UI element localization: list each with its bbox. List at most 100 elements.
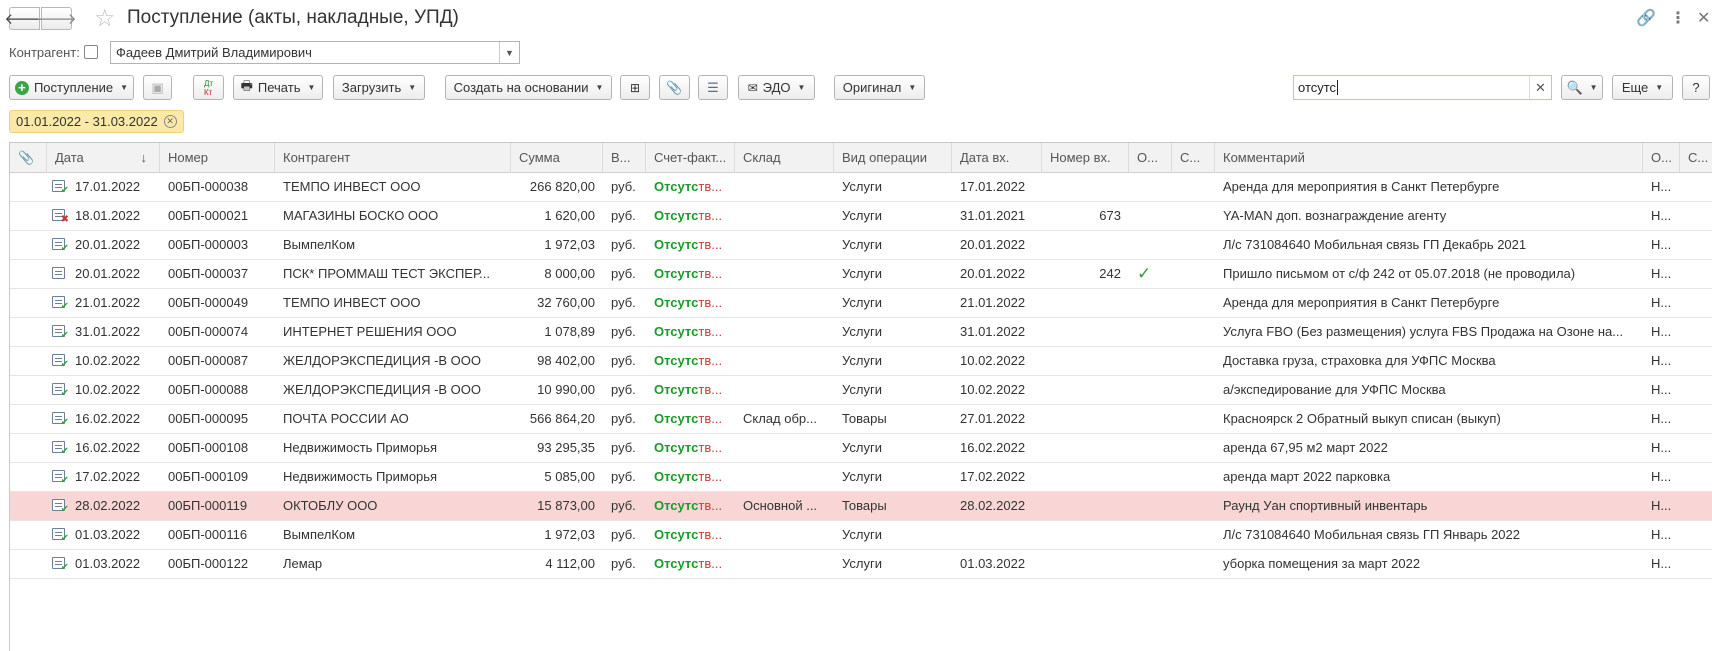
invoice-status-suffix: тв... bbox=[698, 324, 723, 339]
cell-cur: руб. bbox=[611, 353, 636, 368]
cell-cur: руб. bbox=[611, 498, 636, 513]
postuplenie-button[interactable]: + Поступление ▼ bbox=[9, 75, 134, 100]
cell-date-in: 21.01.2022 bbox=[960, 295, 1026, 310]
remove-filter-icon[interactable]: ✕ bbox=[163, 115, 177, 128]
dropdown-arrow-icon[interactable]: ▼ bbox=[499, 42, 519, 63]
cell-invoice-status: Отсутств... bbox=[646, 376, 735, 404]
edo-button[interactable]: ✉ ЭДО ▼ bbox=[738, 75, 815, 100]
load-label: Загрузить bbox=[341, 80, 402, 95]
dt-kt-button[interactable]: Дт Кт bbox=[193, 75, 224, 100]
create-based-button[interactable]: Создать на основании ▼ bbox=[445, 75, 612, 100]
table-row[interactable]: ✔ 31.01.2022 00БП-000074 ИНТЕРНЕТ РЕШЕНИЯ О… bbox=[10, 318, 1712, 347]
more-label: Еще bbox=[1621, 80, 1649, 95]
table-row[interactable]: ✖ 18.01.2022 00БП-000021 МАГАЗИНЫ БОСКО ООО… bbox=[10, 202, 1712, 231]
cell-date: 21.01.2022 bbox=[75, 295, 141, 310]
column-header-comment[interactable]: Комментарий bbox=[1215, 143, 1643, 173]
document-posted-icon: ✔ bbox=[52, 557, 69, 573]
table-row[interactable]: ✔ 21.01.2022 00БП-000049 ТЕМПО ИНВЕСТ ООО 32… bbox=[10, 289, 1712, 318]
table-row[interactable]: ✔ 01.03.2022 00БП-000116 ВымпелКом 1 972,03 р… bbox=[10, 521, 1712, 550]
cell-number: 00БП-000003 bbox=[168, 237, 249, 252]
print-button[interactable]: 🖶 Печать ▼ bbox=[233, 75, 323, 100]
load-button[interactable]: Загрузить ▼ bbox=[333, 75, 425, 100]
original-button[interactable]: Оригинал ▼ bbox=[834, 75, 925, 100]
table-row[interactable]: ✔ 10.02.2022 00БП-000088 ЖЕЛДОРЭКСПЕДИЦИЯ -… bbox=[10, 376, 1712, 405]
clear-search-icon[interactable]: ✕ bbox=[1529, 76, 1551, 99]
column-header-o2[interactable]: О... bbox=[1643, 143, 1680, 173]
structure-button[interactable]: ⊞ bbox=[620, 75, 650, 100]
column-header-invoice[interactable]: Счет-факт... bbox=[646, 143, 735, 173]
column-header-date-in[interactable]: Дата вх. bbox=[952, 143, 1042, 173]
cell-cur: руб. bbox=[611, 208, 636, 223]
document-posted-icon: ✔ bbox=[52, 499, 69, 515]
caret-down-icon: ▼ bbox=[797, 83, 806, 92]
invoice-status-suffix: тв... bbox=[698, 527, 723, 542]
kontragent-field[interactable]: Фадеев Дмитрий Владимирович ▼ bbox=[110, 41, 520, 64]
document-posted-icon: ✔ bbox=[52, 528, 69, 544]
invoice-status-text: Отсутс bbox=[654, 237, 699, 252]
cell-date: 16.02.2022 bbox=[75, 440, 141, 455]
attach-button[interactable]: 📎 bbox=[659, 75, 690, 100]
column-header-c[interactable]: С... bbox=[1172, 143, 1215, 173]
table-row[interactable]: ✔ 10.02.2022 00БП-000087 ЖЕЛДОРЭКСПЕДИЦИЯ -… bbox=[10, 347, 1712, 376]
kontragent-checkbox[interactable] bbox=[84, 45, 98, 59]
cell-date-in: 28.02.2022 bbox=[960, 498, 1026, 513]
invoice-status-suffix: тв... bbox=[698, 208, 723, 223]
cell-sklad bbox=[735, 231, 834, 259]
column-header-currency[interactable]: В... bbox=[603, 143, 646, 173]
back-button[interactable]: 🡐 bbox=[4, 7, 45, 30]
cell-o2: Н... bbox=[1651, 295, 1672, 310]
forward-button[interactable]: 🡒 bbox=[36, 7, 77, 30]
table-row[interactable]: 20.01.2022 00БП-000037 ПСК* ПРОММАШ ТЕСТ … bbox=[10, 260, 1712, 289]
search-input[interactable]: отсутс ✕ bbox=[1293, 75, 1552, 100]
kebab-menu-icon[interactable]: ⋮ bbox=[1670, 8, 1686, 28]
cell-o2: Н... bbox=[1651, 237, 1672, 252]
cell-number: 00БП-000109 bbox=[168, 469, 249, 484]
column-header-number-in[interactable]: Номер вх. bbox=[1042, 143, 1129, 173]
table-row[interactable]: ✔ 17.02.2022 00БП-000109 Недвижимость Примо… bbox=[10, 463, 1712, 492]
search-button[interactable]: 🔍 ▼ bbox=[1561, 75, 1603, 100]
table-row[interactable]: ✔ 16.02.2022 00БП-000108 Недвижимость Примо… bbox=[10, 434, 1712, 463]
invoice-status-text: Отсутс bbox=[654, 324, 699, 339]
cell-sklad bbox=[735, 318, 834, 346]
cell-date-in: 27.01.2022 bbox=[960, 411, 1026, 426]
table-row[interactable]: ✔ 20.01.2022 00БП-000003 ВымпелКом 1 972,03 р… bbox=[10, 231, 1712, 260]
table-row[interactable]: ✔ 01.03.2022 00БП-000122 Лемар 4 112,00 руб. О… bbox=[10, 550, 1712, 579]
list-button[interactable]: ☰ bbox=[698, 75, 728, 100]
cell-date-in: 17.01.2022 bbox=[960, 179, 1026, 194]
cell-o2: Н... bbox=[1651, 324, 1672, 339]
column-header-warehouse[interactable]: Склад bbox=[735, 143, 834, 173]
favorite-star-icon[interactable]: ☆ bbox=[94, 4, 116, 33]
column-header-sum[interactable]: Сумма bbox=[511, 143, 603, 173]
cell-sklad bbox=[735, 434, 834, 462]
cell-invoice-status: Отсутств... bbox=[646, 347, 735, 375]
column-header-operation[interactable]: Вид операции bbox=[834, 143, 952, 173]
attachment-column-header[interactable]: 📎 bbox=[10, 143, 47, 173]
column-header-o[interactable]: О... bbox=[1129, 143, 1172, 173]
column-header-date[interactable]: Дата ↓ bbox=[47, 143, 160, 173]
cell-cur: руб. bbox=[611, 179, 636, 194]
column-header-c2[interactable]: С... bbox=[1680, 143, 1712, 173]
column-header-number[interactable]: Номер bbox=[160, 143, 275, 173]
invoice-status-suffix: тв... bbox=[698, 469, 723, 484]
caret-down-icon: ▼ bbox=[1655, 83, 1664, 92]
cell-invoice-status: Отсутств... bbox=[646, 173, 735, 201]
printer-icon: 🖶 bbox=[240, 77, 253, 93]
link-icon[interactable]: 🔗 bbox=[1636, 8, 1656, 28]
cell-date-in: 16.02.2022 bbox=[960, 440, 1026, 455]
copy-button[interactable]: ▣ bbox=[143, 75, 172, 100]
cell-sklad bbox=[735, 289, 834, 317]
period-filter-chip[interactable]: 01.01.2022 - 31.03.2022 ✕ bbox=[9, 110, 184, 133]
table-row[interactable]: ✔ 28.02.2022 00БП-000119 ОКТОБЛУ ООО 15 873,… bbox=[10, 492, 1712, 521]
table-row[interactable]: ✔ 17.01.2022 00БП-000038 ТЕМПО ИНВЕСТ ООО 26… bbox=[10, 173, 1712, 202]
original-label: Оригинал bbox=[842, 80, 902, 95]
more-button[interactable]: Еще ▼ bbox=[1612, 75, 1673, 100]
cell-sklad bbox=[735, 463, 834, 491]
table-row[interactable]: ✔ 16.02.2022 00БП-000095 ПОЧТА РОССИИ АО 566… bbox=[10, 405, 1712, 434]
help-button[interactable]: ? bbox=[1682, 75, 1710, 100]
close-icon[interactable]: ✕ bbox=[1697, 8, 1710, 28]
cell-number: 00БП-000122 bbox=[168, 556, 249, 571]
column-header-kontragent[interactable]: Контрагент bbox=[275, 143, 511, 173]
cell-o bbox=[1129, 173, 1172, 201]
paperclip-icon: 📎 bbox=[666, 79, 683, 95]
cell-number: 00БП-000087 bbox=[168, 353, 249, 368]
